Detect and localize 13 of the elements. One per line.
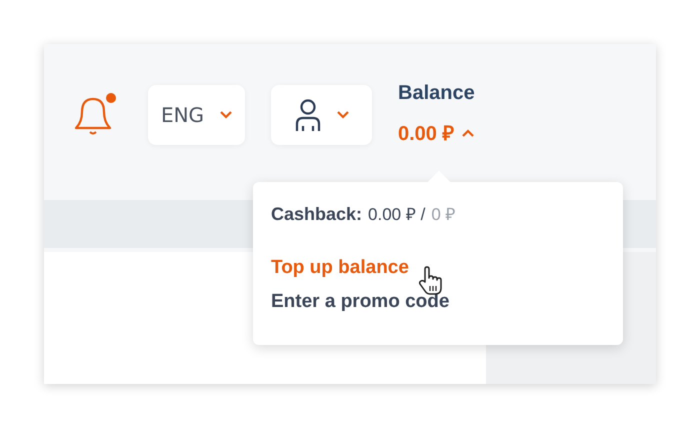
chevron-up-icon bbox=[462, 128, 474, 136]
user-icon bbox=[294, 98, 320, 132]
chevron-down-icon bbox=[220, 111, 232, 119]
balance-label: Balance bbox=[398, 82, 475, 105]
cashback-limit: 0 ₽ bbox=[431, 204, 456, 225]
language-select[interactable]: ENG bbox=[148, 85, 245, 145]
hand-cursor-icon bbox=[419, 266, 443, 296]
cashback-label: Cashback: bbox=[271, 204, 362, 225]
menu-link[interactable]: Top up balance bbox=[271, 251, 409, 285]
chevron-down-icon bbox=[336, 111, 348, 119]
cashback-value: 0.00 ₽ / bbox=[368, 204, 426, 225]
menu-link[interactable]: Enter a promo code bbox=[271, 285, 450, 319]
account-select[interactable] bbox=[271, 85, 372, 145]
